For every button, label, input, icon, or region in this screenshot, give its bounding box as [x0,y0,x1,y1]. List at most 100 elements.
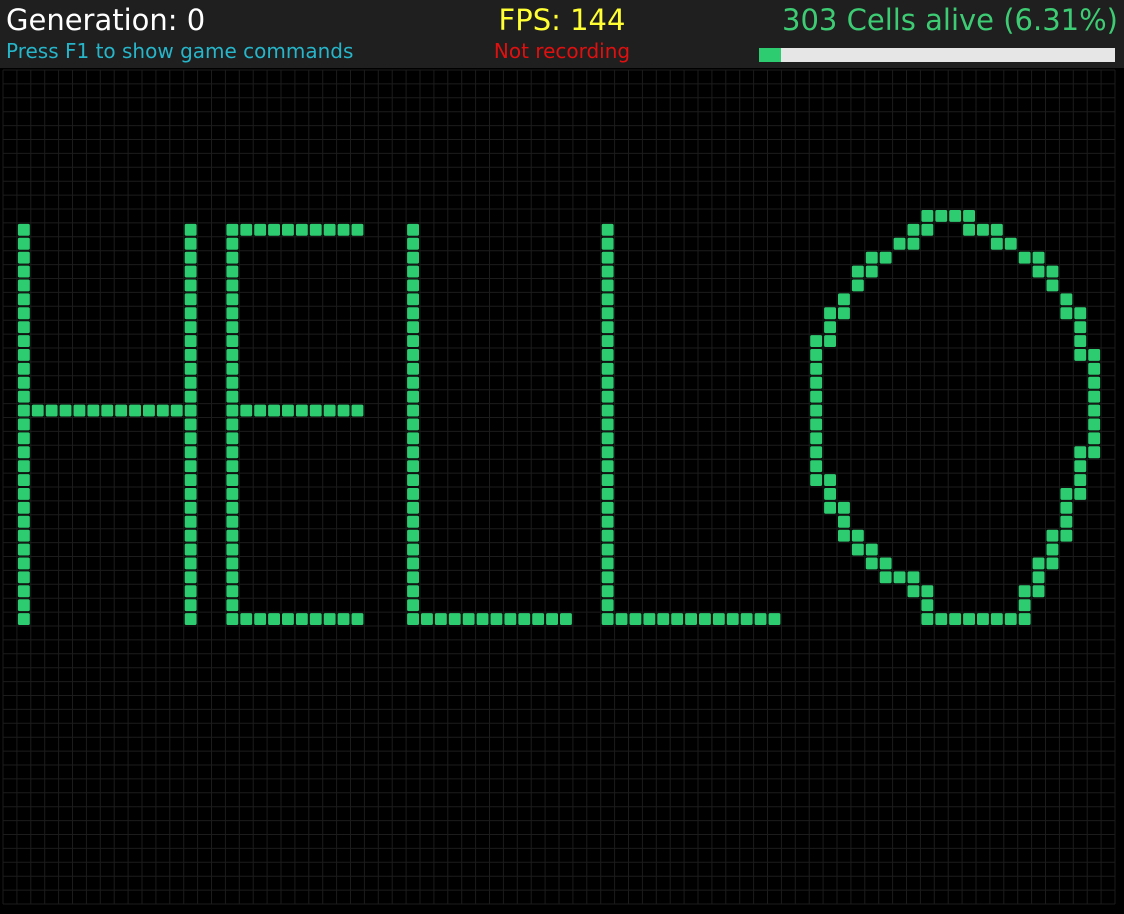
live-cell[interactable] [226,418,239,431]
live-cell[interactable] [226,557,239,570]
live-cell[interactable] [935,613,948,625]
live-cell[interactable] [184,404,197,417]
live-cell[interactable] [226,613,239,625]
live-cell[interactable] [407,474,419,486]
live-cell[interactable] [699,613,711,625]
live-cell[interactable] [407,460,419,473]
live-cell[interactable] [434,613,447,625]
live-cell[interactable] [629,613,642,625]
live-cell[interactable] [921,585,934,598]
live-cell[interactable] [184,557,197,570]
live-cell[interactable] [407,446,419,459]
live-cell[interactable] [601,279,614,292]
live-cell[interactable] [851,529,864,542]
live-cell[interactable] [601,543,614,556]
live-cell[interactable] [282,223,294,236]
live-cell[interactable] [17,404,30,417]
live-cell[interactable] [601,321,614,334]
live-cell[interactable] [963,210,975,222]
live-cell[interactable] [17,599,30,612]
live-cell[interactable] [824,474,836,486]
live-cell[interactable] [1046,557,1059,570]
live-cell[interactable] [532,613,545,625]
live-cell[interactable] [1060,529,1073,542]
live-cell[interactable] [601,404,614,417]
live-cell[interactable] [824,335,836,347]
live-cell[interactable] [323,223,336,236]
live-cell[interactable] [184,376,197,389]
live-cell[interactable] [240,613,253,625]
live-cell[interactable] [226,432,239,445]
live-cell[interactable] [407,432,419,445]
live-cell[interactable] [601,349,614,361]
live-cell[interactable] [184,321,197,334]
live-cell[interactable] [990,237,1003,250]
live-cell[interactable] [351,613,364,625]
live-cell[interactable] [949,210,962,222]
live-cell[interactable] [226,251,239,264]
live-cell[interactable] [907,585,920,598]
live-cell[interactable] [184,265,197,278]
live-cell[interactable] [879,571,892,584]
live-cell[interactable] [240,223,253,236]
live-cell[interactable] [184,293,197,306]
live-cell[interactable] [1018,599,1031,612]
live-cell[interactable] [601,251,614,264]
live-cell[interactable] [226,237,239,250]
live-cell[interactable] [810,390,823,403]
live-cell[interactable] [1060,515,1073,528]
live-cell[interactable] [1046,279,1059,292]
live-cell[interactable] [17,265,30,278]
live-cell[interactable] [407,571,419,584]
live-cell[interactable] [1074,488,1087,500]
live-cell[interactable] [226,460,239,473]
live-cell[interactable] [184,418,197,431]
live-cell[interactable] [184,488,197,500]
live-cell[interactable] [838,515,850,528]
live-cell[interactable] [810,376,823,389]
live-cell[interactable] [337,223,350,236]
live-cell[interactable] [810,404,823,417]
live-cell[interactable] [601,585,614,598]
live-cell[interactable] [226,265,239,278]
live-cell[interactable] [977,223,989,236]
live-cell[interactable] [226,293,239,306]
live-cell[interactable] [838,293,850,306]
live-cell[interactable] [226,307,239,320]
live-cell[interactable] [921,223,934,236]
live-cell[interactable] [838,307,850,320]
live-cell[interactable] [601,335,614,347]
live-cell[interactable] [601,488,614,500]
cell-grid[interactable] [0,68,1124,909]
live-cell[interactable] [351,404,364,417]
live-cell[interactable] [17,349,30,361]
live-cell[interactable] [268,223,280,236]
live-cell[interactable] [824,501,836,514]
live-cell[interactable] [226,223,239,236]
live-cell[interactable] [17,237,30,250]
live-cell[interactable] [907,223,920,236]
live-cell[interactable] [810,418,823,431]
live-cell[interactable] [31,404,44,417]
live-cell[interactable] [17,418,30,431]
live-cell[interactable] [407,390,419,403]
live-cell[interactable] [546,613,558,625]
live-cell[interactable] [921,599,934,612]
live-cell[interactable] [184,543,197,556]
live-cell[interactable] [184,349,197,361]
live-cell[interactable] [407,557,419,570]
live-cell[interactable] [184,279,197,292]
live-cell[interactable] [1018,251,1031,264]
live-cell[interactable] [1088,349,1101,361]
live-cell[interactable] [407,307,419,320]
live-cell[interactable] [407,223,419,236]
live-cell[interactable] [226,404,239,417]
live-cell[interactable] [407,515,419,528]
live-cell[interactable] [170,404,183,417]
live-cell[interactable] [504,613,517,625]
live-cell[interactable] [226,362,239,375]
live-cell[interactable] [254,404,267,417]
live-cell[interactable] [907,237,920,250]
live-cell[interactable] [949,613,962,625]
live-cell[interactable] [254,613,267,625]
